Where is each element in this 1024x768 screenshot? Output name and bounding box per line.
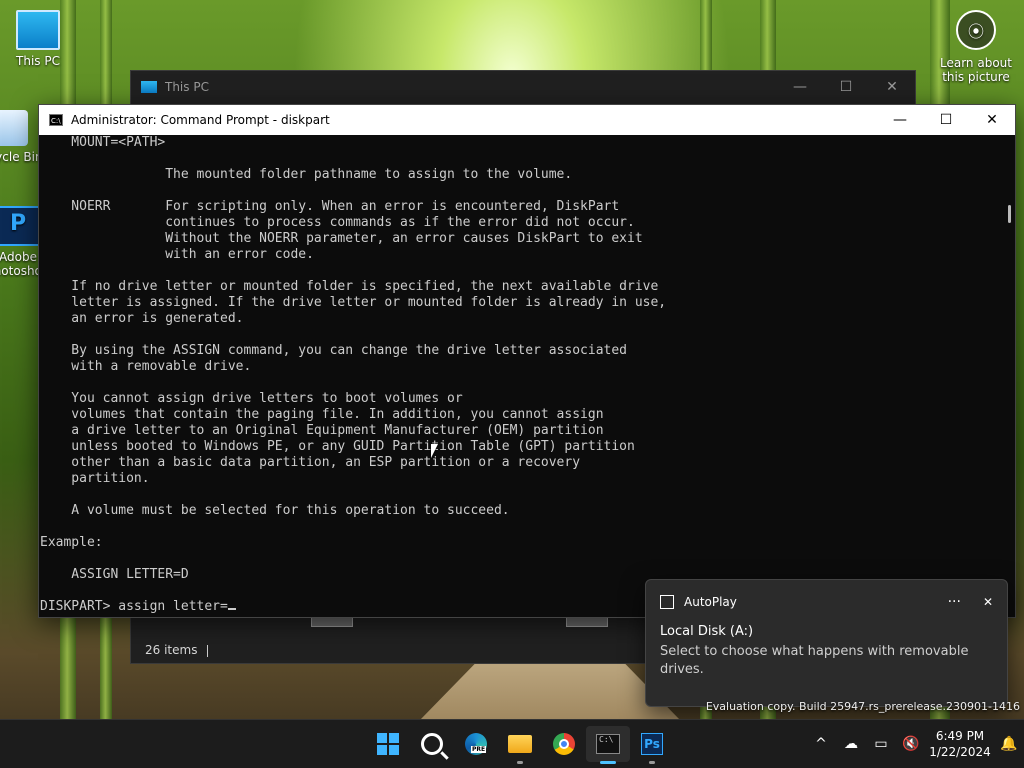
terminal-icon: C:\ (49, 114, 63, 126)
close-button[interactable]: ✕ (969, 112, 1015, 128)
maximize-button[interactable]: ☐ (823, 79, 869, 95)
folder-icon (508, 735, 532, 753)
cmd-titlebar[interactable]: C:\ Administrator: Command Prompt - disk… (39, 105, 1015, 135)
close-button[interactable]: ✕ (983, 595, 993, 609)
status-bar: 26 items (145, 643, 209, 657)
toast-title: Local Disk (A:) (660, 624, 754, 639)
network-icon[interactable]: ▭ (866, 736, 896, 752)
mouse-pointer-icon (431, 444, 438, 458)
learn-about-picture[interactable]: ⦿ Learn about this picture (936, 10, 1016, 84)
photoshop-icon: P (0, 206, 40, 246)
window-title: This PC (165, 80, 209, 94)
search-icon (421, 733, 443, 755)
taskbar-file-explorer[interactable] (498, 726, 542, 764)
minimize-button[interactable]: — (877, 112, 923, 128)
clock[interactable]: 6:49 PM 1/22/2024 (926, 728, 994, 760)
chevron-up-icon[interactable]: ^ (806, 736, 836, 752)
windows-logo-icon (377, 733, 399, 755)
minimize-button[interactable]: — (777, 79, 823, 95)
taskbar: PRE C:\ Ps ^ ☁ ▭ 🔇 6:49 PM 1/22/2024 🔔 (0, 719, 1024, 768)
taskbar-chrome[interactable] (542, 726, 586, 762)
system-tray: ^ ☁ ▭ 🔇 6:49 PM 1/22/2024 🔔 (806, 720, 1024, 768)
photoshop-icon: Ps (641, 733, 663, 755)
learn-about-label: Learn about this picture (940, 56, 1012, 84)
onedrive-icon[interactable]: ☁ (836, 736, 866, 752)
edge-icon: PRE (465, 733, 487, 755)
desktop-icon-this-pc[interactable]: This PC (0, 10, 76, 68)
close-button[interactable]: ✕ (869, 79, 915, 95)
notification-bell-icon[interactable]: 🔔 (994, 736, 1024, 752)
taskbar-edge-preview[interactable]: PRE (454, 726, 498, 762)
camera-icon: ⦿ (956, 10, 996, 50)
date: 1/22/2024 (929, 745, 991, 759)
this-pc-titlebar[interactable]: This PC — ☐ ✕ (131, 71, 915, 103)
taskbar-photoshop[interactable]: Ps (630, 726, 674, 764)
autoplay-icon (660, 595, 674, 609)
search-button[interactable] (410, 726, 454, 762)
monitor-icon (16, 10, 60, 50)
desktop-icon-label: This PC (16, 54, 60, 68)
maximize-button[interactable]: ☐ (923, 112, 969, 128)
taskbar-terminal[interactable]: C:\ (586, 726, 630, 764)
command-prompt-window[interactable]: C:\ Administrator: Command Prompt - disk… (38, 104, 1016, 618)
volume-muted-icon[interactable]: 🔇 (896, 736, 926, 752)
text-cursor (227, 608, 236, 610)
autoplay-notification[interactable]: AutoPlay ··· ✕ Local Disk (A:) Select to… (645, 579, 1008, 707)
toast-body: Select to choose what happens with remov… (660, 644, 969, 677)
window-title: Administrator: Command Prompt - diskpart (71, 113, 330, 127)
more-options-button[interactable]: ··· (948, 594, 961, 610)
start-button[interactable] (366, 726, 410, 762)
time: 6:49 PM (935, 729, 985, 743)
terminal-icon: C:\ (596, 734, 620, 754)
recycle-bin-icon (0, 110, 28, 146)
chrome-icon (553, 733, 575, 755)
scrollbar-thumb[interactable] (1008, 205, 1011, 223)
evaluation-watermark: Evaluation copy. Build 25947.rs_prerelea… (705, 700, 1020, 713)
item-count: 26 items (145, 643, 198, 657)
toast-app-name: AutoPlay (684, 595, 737, 609)
console-output[interactable]: MOUNT=<PATH> The mounted folder pathname… (39, 135, 1015, 615)
monitor-icon (141, 81, 157, 93)
